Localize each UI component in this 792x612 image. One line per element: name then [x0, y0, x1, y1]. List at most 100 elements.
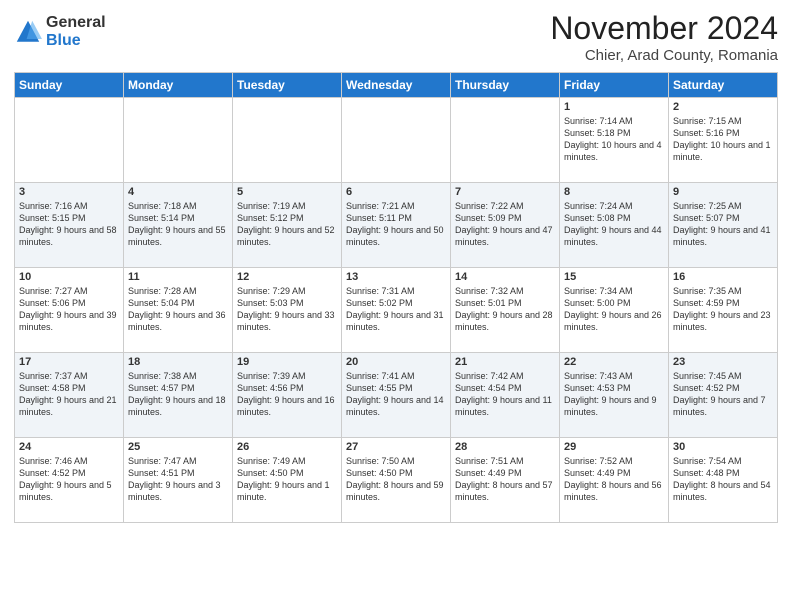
calendar-cell: 2 Sunrise: 7:15 AM Sunset: 5:16 PM Daylig… [669, 98, 778, 183]
calendar-cell: 5Sunrise: 7:19 AM Sunset: 5:12 PM Daylig… [233, 183, 342, 268]
calendar-cell: 17Sunrise: 7:37 AM Sunset: 4:58 PM Dayli… [15, 353, 124, 438]
calendar-cell: 24 Sunrise: 7:46 AM Sunset: 4:52 PM Dayli… [15, 438, 124, 523]
calendar-cell: 7Sunrise: 7:22 AM Sunset: 5:09 PM Daylig… [451, 183, 560, 268]
day-info: Sunrise: 7:22 AM Sunset: 5:09 PM Dayligh… [455, 200, 555, 249]
calendar-cell: 9 Sunrise: 7:25 AM Sunset: 5:07 PM Daylig… [669, 183, 778, 268]
calendar-cell: 29 Sunrise: 7:52 AM Sunset: 4:49 PM Dayli… [560, 438, 669, 523]
day-number: 14 [455, 271, 555, 283]
day-info: Sunrise: 7:32 AM Sunset: 5:01 PM Dayligh… [455, 285, 555, 334]
day-number: 20 [346, 356, 446, 368]
calendar-week-row: 1 Sunrise: 7:14 AM Sunset: 5:18 PM Daylig… [15, 98, 778, 183]
title-area: November 2024 Chier, Arad County, Romani… [550, 10, 778, 64]
calendar-cell: 21Sunrise: 7:42 AM Sunset: 4:54 PM Dayli… [451, 353, 560, 438]
calendar-cell: 28 Sunrise: 7:51 AM Sunset: 4:49 PM Dayli… [451, 438, 560, 523]
day-number: 26 [237, 441, 337, 453]
day-number: 4 [128, 186, 228, 198]
day-info: Sunrise: 7:42 AM Sunset: 4:54 PM Dayligh… [455, 370, 555, 419]
day-info: Sunrise: 7:34 AM Sunset: 5:00 PM Dayligh… [564, 285, 664, 334]
day-number: 24 [19, 441, 119, 453]
day-info: Sunrise: 7:18 AM Sunset: 5:14 PM Dayligh… [128, 200, 228, 249]
day-number: 17 [19, 356, 119, 368]
calendar-cell: 26 Sunrise: 7:49 AM Sunset: 4:50 PM Dayli… [233, 438, 342, 523]
calendar-week-row: 10 Sunrise: 7:27 AM Sunset: 5:06 PM Dayli… [15, 268, 778, 353]
header-thursday: Thursday [451, 73, 560, 98]
header-wednesday: Wednesday [342, 73, 451, 98]
calendar-cell: 8Sunrise: 7:24 AM Sunset: 5:08 PM Daylig… [560, 183, 669, 268]
day-number: 15 [564, 271, 664, 283]
day-number: 9 [673, 186, 773, 198]
day-info: Sunrise: 7:39 AM Sunset: 4:56 PM Dayligh… [237, 370, 337, 419]
calendar-week-row: 17Sunrise: 7:37 AM Sunset: 4:58 PM Dayli… [15, 353, 778, 438]
day-info: Sunrise: 7:46 AM Sunset: 4:52 PM Dayligh… [19, 455, 119, 504]
calendar-table: Sunday Monday Tuesday Wednesday Thursday… [14, 72, 778, 523]
logo-text: General Blue [46, 14, 106, 49]
calendar-cell: 25Sunrise: 7:47 AM Sunset: 4:51 PM Dayli… [124, 438, 233, 523]
calendar-cell: 11 Sunrise: 7:28 AM Sunset: 5:04 PM Dayli… [124, 268, 233, 353]
calendar-cell: 12Sunrise: 7:29 AM Sunset: 5:03 PM Dayli… [233, 268, 342, 353]
calendar-cell: 16Sunrise: 7:35 AM Sunset: 4:59 PM Dayli… [669, 268, 778, 353]
calendar-header-row: Sunday Monday Tuesday Wednesday Thursday… [15, 73, 778, 98]
day-number: 2 [673, 101, 773, 113]
day-number: 30 [673, 441, 773, 453]
day-info: Sunrise: 7:31 AM Sunset: 5:02 PM Dayligh… [346, 285, 446, 334]
day-info: Sunrise: 7:54 AM Sunset: 4:48 PM Dayligh… [673, 455, 773, 504]
calendar-cell: 18 Sunrise: 7:38 AM Sunset: 4:57 PM Dayli… [124, 353, 233, 438]
calendar-cell: 30 Sunrise: 7:54 AM Sunset: 4:48 PM Dayli… [669, 438, 778, 523]
day-info: Sunrise: 7:27 AM Sunset: 5:06 PM Dayligh… [19, 285, 119, 334]
day-number: 3 [19, 186, 119, 198]
day-number: 6 [346, 186, 446, 198]
day-info: Sunrise: 7:41 AM Sunset: 4:55 PM Dayligh… [346, 370, 446, 419]
day-number: 18 [128, 356, 228, 368]
day-info: Sunrise: 7:25 AM Sunset: 5:07 PM Dayligh… [673, 200, 773, 249]
day-info: Sunrise: 7:15 AM Sunset: 5:16 PM Dayligh… [673, 115, 773, 164]
header-friday: Friday [560, 73, 669, 98]
calendar-cell: 19Sunrise: 7:39 AM Sunset: 4:56 PM Dayli… [233, 353, 342, 438]
day-info: Sunrise: 7:29 AM Sunset: 5:03 PM Dayligh… [237, 285, 337, 334]
day-info: Sunrise: 7:28 AM Sunset: 5:04 PM Dayligh… [128, 285, 228, 334]
header-sunday: Sunday [15, 73, 124, 98]
calendar-cell: 10 Sunrise: 7:27 AM Sunset: 5:06 PM Dayli… [15, 268, 124, 353]
calendar-cell: 1 Sunrise: 7:14 AM Sunset: 5:18 PM Daylig… [560, 98, 669, 183]
header-monday: Monday [124, 73, 233, 98]
calendar-cell: 20 Sunrise: 7:41 AM Sunset: 4:55 PM Dayli… [342, 353, 451, 438]
day-number: 28 [455, 441, 555, 453]
main-title: November 2024 [550, 10, 778, 47]
day-info: Sunrise: 7:14 AM Sunset: 5:18 PM Dayligh… [564, 115, 664, 164]
logo: General Blue [14, 14, 106, 49]
logo-general: General [46, 14, 106, 32]
day-number: 8 [564, 186, 664, 198]
day-info: Sunrise: 7:47 AM Sunset: 4:51 PM Dayligh… [128, 455, 228, 504]
day-number: 5 [237, 186, 337, 198]
calendar-cell: 3 Sunrise: 7:16 AM Sunset: 5:15 PM Daylig… [15, 183, 124, 268]
calendar-cell: 23Sunrise: 7:45 AM Sunset: 4:52 PM Dayli… [669, 353, 778, 438]
calendar-cell [233, 98, 342, 183]
day-number: 1 [564, 101, 664, 113]
calendar-cell: 14 Sunrise: 7:32 AM Sunset: 5:01 PM Dayli… [451, 268, 560, 353]
calendar-cell [451, 98, 560, 183]
calendar-week-row: 3 Sunrise: 7:16 AM Sunset: 5:15 PM Daylig… [15, 183, 778, 268]
day-number: 27 [346, 441, 446, 453]
calendar-cell: 4 Sunrise: 7:18 AM Sunset: 5:14 PM Daylig… [124, 183, 233, 268]
day-info: Sunrise: 7:52 AM Sunset: 4:49 PM Dayligh… [564, 455, 664, 504]
day-number: 29 [564, 441, 664, 453]
day-number: 10 [19, 271, 119, 283]
day-number: 16 [673, 271, 773, 283]
day-info: Sunrise: 7:49 AM Sunset: 4:50 PM Dayligh… [237, 455, 337, 504]
page-container: General Blue November 2024 Chier, Arad C… [0, 0, 792, 612]
day-info: Sunrise: 7:38 AM Sunset: 4:57 PM Dayligh… [128, 370, 228, 419]
header-area: General Blue November 2024 Chier, Arad C… [14, 10, 778, 64]
calendar-cell: 15 Sunrise: 7:34 AM Sunset: 5:00 PM Dayli… [560, 268, 669, 353]
calendar-cell: 6Sunrise: 7:21 AM Sunset: 5:11 PM Daylig… [342, 183, 451, 268]
day-number: 11 [128, 271, 228, 283]
subtitle: Chier, Arad County, Romania [550, 47, 778, 64]
calendar-week-row: 24 Sunrise: 7:46 AM Sunset: 4:52 PM Dayli… [15, 438, 778, 523]
calendar-cell [15, 98, 124, 183]
day-number: 13 [346, 271, 446, 283]
day-info: Sunrise: 7:43 AM Sunset: 4:53 PM Dayligh… [564, 370, 664, 419]
day-number: 23 [673, 356, 773, 368]
calendar-cell [342, 98, 451, 183]
day-info: Sunrise: 7:16 AM Sunset: 5:15 PM Dayligh… [19, 200, 119, 249]
day-info: Sunrise: 7:51 AM Sunset: 4:49 PM Dayligh… [455, 455, 555, 504]
logo-icon [14, 18, 42, 46]
calendar-cell: 27Sunrise: 7:50 AM Sunset: 4:50 PM Dayli… [342, 438, 451, 523]
